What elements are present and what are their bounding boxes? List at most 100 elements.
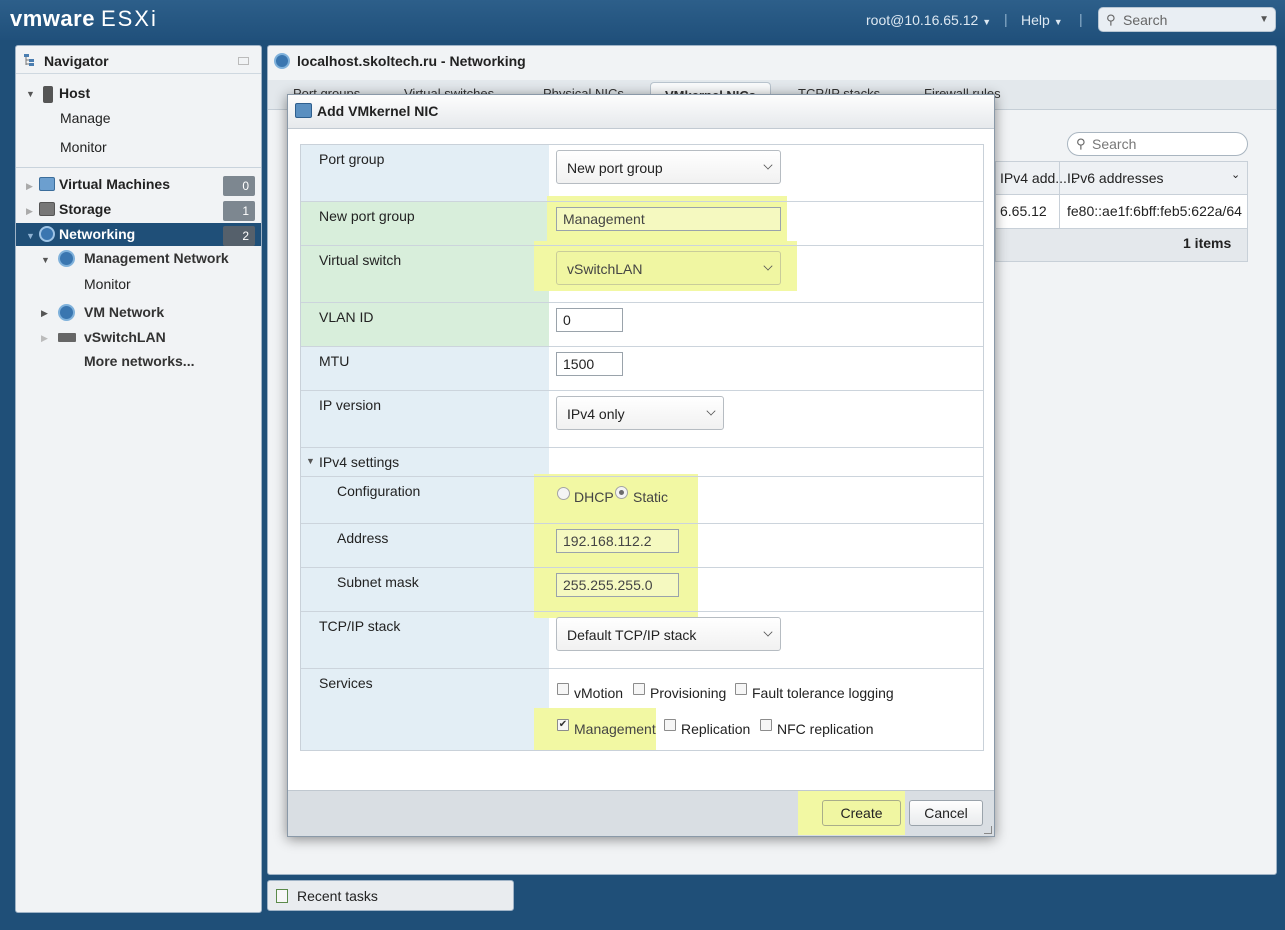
- input-value: 192.168.112.2: [563, 533, 652, 549]
- add-vmkernel-nic-dialog: Add VMkernel NIC Port group New port gro…: [287, 94, 995, 837]
- row-divider: [301, 346, 983, 347]
- expand-triangle-icon[interactable]: ▶: [26, 206, 33, 217]
- expand-triangle-icon[interactable]: ▼: [26, 89, 35, 99]
- nav-network-monitor[interactable]: Monitor: [84, 276, 131, 292]
- management-label: Management: [574, 721, 656, 737]
- static-label: Static: [633, 489, 669, 505]
- brand-vmware: vmware: [10, 6, 95, 31]
- search-placeholder: Search: [1123, 12, 1168, 28]
- chevron-down-icon[interactable]: ▼: [1259, 14, 1269, 25]
- nav-virtual-machines[interactable]: Virtual Machines: [59, 176, 170, 192]
- recent-tasks-panel[interactable]: Recent tasks: [267, 880, 514, 911]
- chevron-down-icon: [763, 261, 773, 271]
- help-menu[interactable]: Help ▼: [1021, 12, 1063, 28]
- row-divider: [301, 201, 983, 202]
- user-menu[interactable]: root@10.16.65.12 ▼: [866, 12, 991, 28]
- label-ip-version: IP version: [319, 397, 381, 413]
- expand-triangle-icon[interactable]: ▶: [41, 308, 48, 319]
- navigator-icon: [24, 54, 34, 66]
- dialog-header: Add VMkernel NIC: [288, 95, 994, 129]
- nav-host[interactable]: Host: [59, 85, 90, 101]
- dialog-title: Add VMkernel NIC: [317, 103, 439, 119]
- vlan-id-input[interactable]: 0: [556, 308, 623, 332]
- port-group-select[interactable]: New port group: [556, 150, 781, 184]
- row-divider: [301, 245, 983, 246]
- column-divider: [1059, 162, 1060, 228]
- expand-triangle-icon[interactable]: ▶: [41, 333, 48, 344]
- label-port-group: Port group: [319, 151, 385, 167]
- new-port-group-input[interactable]: Management: [556, 207, 781, 231]
- table-search-input[interactable]: ⚲ Search: [1067, 132, 1248, 156]
- nav-vm-network[interactable]: VM Network: [84, 304, 164, 320]
- count-badge: 1: [223, 201, 255, 221]
- nav-management-network[interactable]: Management Network: [84, 250, 229, 266]
- navigator-header: Navigator: [16, 46, 261, 74]
- nav-manage[interactable]: Manage: [60, 110, 111, 126]
- replication-label: Replication: [681, 721, 751, 737]
- divider: |: [1004, 11, 1008, 27]
- label-services: Services: [319, 675, 373, 691]
- ft-logging-checkbox[interactable]: [735, 683, 747, 695]
- ft-logging-label: Fault tolerance logging: [752, 685, 894, 701]
- input-value: 255.255.255.0: [563, 577, 653, 593]
- nav-more-networks[interactable]: More networks...: [84, 353, 194, 369]
- dialog-footer: Create Cancel: [288, 790, 994, 836]
- page-title: localhost.skoltech.ru - Networking: [297, 53, 526, 69]
- static-radio[interactable]: [615, 486, 628, 499]
- brand-esxi: ESXi: [100, 6, 158, 31]
- label-address: Address: [337, 530, 389, 546]
- create-button[interactable]: Create: [822, 800, 901, 826]
- minimize-icon[interactable]: [238, 57, 249, 65]
- vmkernel-nic-icon: [295, 103, 312, 118]
- expand-triangle-icon[interactable]: ▼: [41, 255, 50, 265]
- nav-vswitchlan[interactable]: vSwitchLAN: [84, 329, 166, 345]
- chevron-down-icon[interactable]: ⌄: [1231, 168, 1240, 181]
- mtu-input[interactable]: 1500: [556, 352, 623, 376]
- vmware-esxi-logo: vmware ESXi: [10, 6, 158, 32]
- nav-monitor[interactable]: Monitor: [60, 139, 107, 155]
- row-divider: [301, 523, 983, 524]
- label-tcpip-stack: TCP/IP stack: [319, 618, 401, 634]
- chevron-down-icon: ▼: [1053, 17, 1063, 27]
- count-badge: 0: [223, 176, 255, 196]
- recent-tasks-label: Recent tasks: [297, 888, 378, 904]
- section-ipv4-settings[interactable]: IPv4 settings: [319, 454, 399, 470]
- nfc-replication-checkbox[interactable]: [760, 719, 772, 731]
- nav-networking[interactable]: Networking: [59, 226, 135, 242]
- address-input[interactable]: 192.168.112.2: [556, 529, 679, 553]
- vmotion-checkbox[interactable]: [557, 683, 569, 695]
- label-configuration: Configuration: [337, 483, 421, 499]
- label-virtual-switch: Virtual switch: [319, 252, 402, 268]
- column-header-ipv6[interactable]: IPv6 addresses: [1067, 170, 1164, 186]
- chevron-down-icon: ▼: [982, 17, 992, 27]
- user-label: root@10.16.65.12: [866, 12, 979, 28]
- global-search-input[interactable]: ⚲ Search ▼: [1098, 7, 1276, 32]
- provisioning-checkbox[interactable]: [633, 683, 645, 695]
- nfc-replication-label: NFC replication: [777, 721, 874, 737]
- tcpip-stack-select[interactable]: Default TCP/IP stack: [556, 617, 781, 651]
- cancel-button[interactable]: Cancel: [909, 800, 983, 826]
- vmotion-label: vMotion: [574, 685, 624, 701]
- network-icon: [58, 250, 75, 267]
- nav-storage[interactable]: Storage: [59, 201, 111, 217]
- count-badge: 2: [223, 226, 255, 246]
- management-checkbox[interactable]: ✔: [557, 719, 569, 731]
- dhcp-radio[interactable]: [557, 487, 570, 500]
- select-value: IPv4 only: [567, 406, 625, 422]
- row-divider: [301, 668, 983, 669]
- row-divider: [301, 447, 983, 448]
- replication-checkbox[interactable]: [664, 719, 676, 731]
- navigator-title: Navigator: [44, 53, 109, 69]
- expand-triangle-icon[interactable]: ▼: [26, 231, 35, 241]
- resize-handle-icon[interactable]: [984, 826, 992, 834]
- search-icon: ⚲: [1076, 136, 1086, 151]
- storage-icon: [39, 202, 55, 216]
- virtual-switch-select[interactable]: vSwitchLAN: [556, 251, 781, 285]
- expand-triangle-icon[interactable]: ▶: [26, 181, 33, 192]
- row-divider: [301, 611, 983, 612]
- collapse-triangle-icon[interactable]: ▼: [306, 456, 315, 466]
- ip-version-select[interactable]: IPv4 only: [556, 396, 724, 430]
- provisioning-label: Provisioning: [650, 685, 727, 701]
- input-value: Management: [563, 211, 645, 227]
- subnet-mask-input[interactable]: 255.255.255.0: [556, 573, 679, 597]
